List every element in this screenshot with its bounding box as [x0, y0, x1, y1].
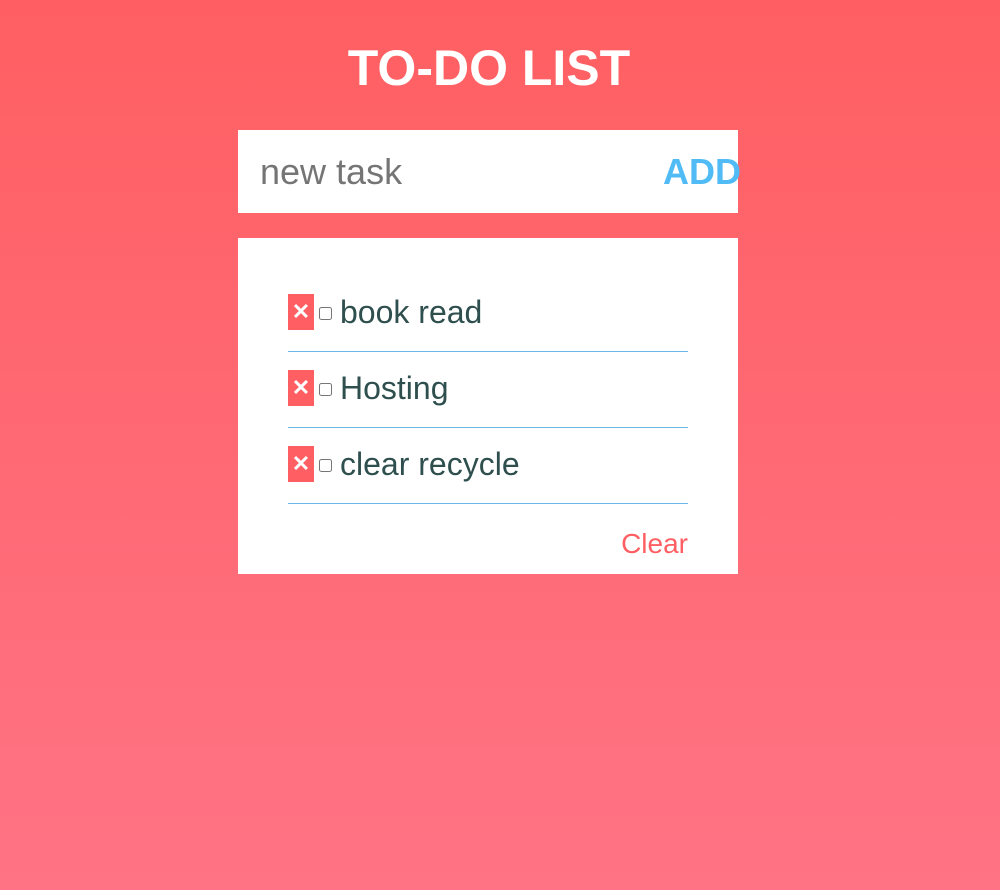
task-item: ✕ clear recycle	[288, 428, 688, 504]
task-list: ✕ book read ✕ Hosting ✕ clear recycle	[288, 276, 688, 504]
task-item: ✕ book read	[288, 276, 688, 352]
clear-button[interactable]: Clear	[621, 526, 688, 562]
task-label: Hosting	[340, 370, 449, 406]
delete-icon[interactable]: ✕	[288, 370, 314, 406]
task-label: book read	[340, 294, 483, 330]
task-checkbox[interactable]	[319, 459, 332, 472]
page-title: TO-DO LIST	[347, 40, 631, 96]
task-checkbox[interactable]	[319, 307, 332, 320]
task-label: clear recycle	[340, 446, 520, 482]
task-card: ✕ book read ✕ Hosting ✕ clear recycle Cl…	[238, 238, 738, 574]
add-task-form: ADD	[238, 130, 741, 213]
task-item: ✕ Hosting	[288, 352, 688, 428]
delete-icon[interactable]: ✕	[288, 446, 314, 482]
new-task-input[interactable]	[238, 130, 638, 213]
delete-icon[interactable]: ✕	[288, 294, 314, 330]
task-checkbox[interactable]	[319, 383, 332, 396]
add-button[interactable]: ADD	[663, 130, 741, 213]
